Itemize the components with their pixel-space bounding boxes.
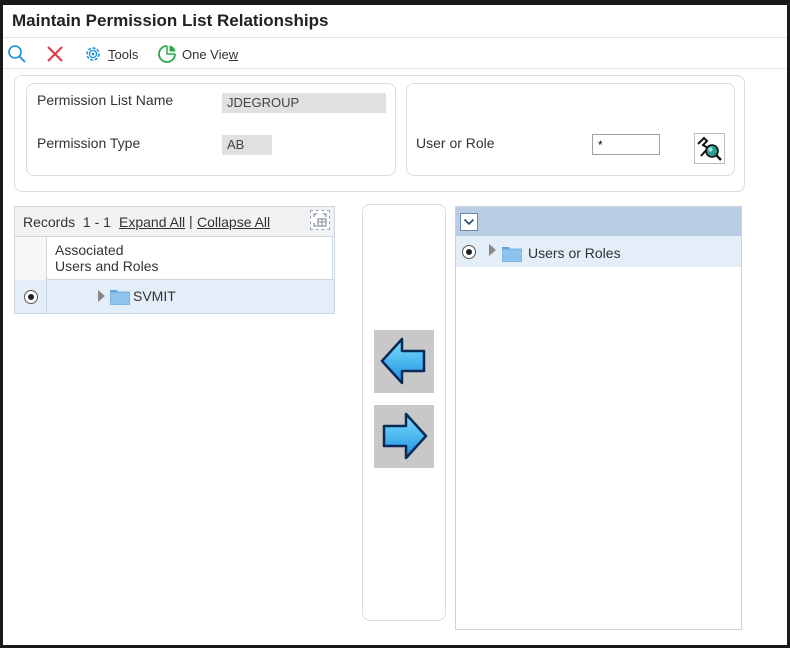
row-select-cell xyxy=(15,280,47,313)
permission-type-field: AB xyxy=(222,135,272,155)
tree-node-label: Users or Roles xyxy=(528,245,621,261)
close-icon xyxy=(45,44,65,64)
toolbar: Tools One View xyxy=(3,37,787,69)
table-row[interactable]: SVMIT xyxy=(15,280,334,313)
arrow-right-icon xyxy=(374,412,434,471)
permission-list-name-label: Permission List Name xyxy=(37,92,174,108)
move-right-button[interactable] xyxy=(374,405,434,468)
find-button[interactable] xyxy=(7,44,27,64)
permission-type-label: Permission Type xyxy=(37,135,141,151)
user-or-role-input[interactable] xyxy=(592,134,660,155)
link-separator: | xyxy=(189,213,193,229)
page-title: Maintain Permission List Relationships xyxy=(12,11,329,30)
search-icon xyxy=(7,44,27,64)
column-resize-handle[interactable] xyxy=(332,237,334,280)
associated-users-grid: Records 1 - 1 Expand All | Collapse All … xyxy=(14,206,335,314)
permission-list-name-field: JDEGROUP xyxy=(222,93,386,113)
one-view-label: One View xyxy=(182,46,239,62)
expand-all-link[interactable]: Expand All xyxy=(119,214,185,230)
one-view-icon xyxy=(157,44,177,64)
one-view-button[interactable]: One View xyxy=(157,44,238,64)
tools-label: Tools xyxy=(108,46,139,62)
gear-icon xyxy=(83,44,103,64)
tree-menu-dropdown[interactable] xyxy=(460,213,478,231)
move-left-button[interactable] xyxy=(374,330,434,393)
tree-header xyxy=(456,207,741,236)
row-radio[interactable] xyxy=(24,290,38,304)
visual-assist-icon xyxy=(695,136,724,166)
user-or-role-label: User or Role xyxy=(416,135,495,151)
grid-header: Records 1 - 1 Expand All | Collapse All xyxy=(15,207,334,237)
expand-grid-icon[interactable] xyxy=(310,210,330,230)
folder-icon xyxy=(501,246,523,263)
close-button[interactable] xyxy=(45,44,65,64)
chevron-down-icon xyxy=(461,217,477,233)
associated-users-column-title[interactable]: Associated Users and Roles xyxy=(55,242,159,274)
visual-assist-button[interactable] xyxy=(694,133,725,164)
collapse-all-link[interactable]: Collapse All xyxy=(197,214,270,230)
records-label: Records 1 - 1 xyxy=(23,214,111,230)
column-header: Associated Users and Roles xyxy=(15,237,334,280)
arrow-left-icon xyxy=(374,337,434,396)
tools-menu-button[interactable]: Tools xyxy=(83,44,138,64)
select-column-header xyxy=(15,237,47,280)
triangle-right-icon[interactable] xyxy=(98,290,105,302)
tree-node-label: SVMIT xyxy=(133,288,176,304)
user-filter-panel xyxy=(406,83,735,176)
row-radio[interactable] xyxy=(462,245,476,259)
tree-row[interactable]: Users or Roles xyxy=(456,236,741,267)
users-roles-tree: Users or Roles xyxy=(455,206,742,630)
triangle-right-icon[interactable] xyxy=(489,244,496,256)
folder-icon xyxy=(109,289,131,306)
